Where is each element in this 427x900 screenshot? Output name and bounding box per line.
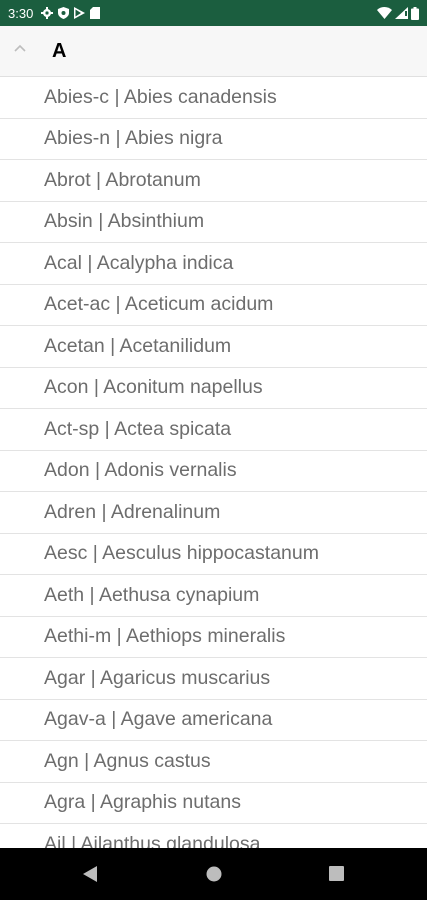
navigation-bar: [0, 848, 427, 900]
remedy-label: Agra | Agraphis nutans: [44, 791, 241, 814]
remedy-label: Adren | Adrenalinum: [44, 500, 221, 523]
remedy-label: Abrot | Abrotanum: [44, 168, 201, 191]
sd-card-icon: [90, 7, 101, 19]
section-header-a[interactable]: A: [0, 26, 427, 77]
status-time: 3:30: [8, 5, 34, 21]
remedy-list-item[interactable]: Ail | Ailanthus glandulosa: [0, 824, 427, 848]
remedy-list-item[interactable]: Aeth | Aethusa cynapium: [0, 575, 427, 617]
remedy-list-item[interactable]: Aethi-m | Aethiops mineralis: [0, 617, 427, 658]
settings-icon: [41, 7, 54, 19]
remedy-list-item[interactable]: Acon | Aconitum napellus: [0, 368, 427, 409]
remedy-list-item[interactable]: Abies-n | Abies nigra: [0, 119, 427, 160]
remedy-label: Aethi-m | Aethiops mineralis: [44, 625, 286, 648]
remedy-label: Act-sp | Actea spicata: [44, 417, 232, 440]
remedy-label: Agn | Agnus castus: [44, 749, 211, 772]
play-store-icon: [74, 7, 86, 19]
remedy-label: Acetan | Acetanilidum: [44, 334, 232, 357]
remedy-label: Agav-a | Agave americana: [44, 708, 273, 731]
remedy-label: Agar | Agaricus muscarius: [44, 666, 271, 689]
remedy-list-item[interactable]: Agn | Agnus castus: [0, 741, 427, 783]
remedy-list-item[interactable]: Absin | Absinthium: [0, 202, 427, 243]
remedy-list-item[interactable]: Agar | Agaricus muscarius: [0, 658, 427, 700]
remedy-list-item[interactable]: Acet-ac | Aceticum acidum: [0, 285, 427, 326]
remedy-list-item[interactable]: Agav-a | Agave americana: [0, 700, 427, 741]
remedy-label: Abies-c | Abies canadensis: [44, 85, 277, 108]
remedy-list-item[interactable]: Adon | Adonis vernalis: [0, 451, 427, 492]
remedy-list-item[interactable]: Acal | Acalypha indica: [0, 243, 427, 285]
home-icon[interactable]: [206, 866, 222, 882]
section-letter: A: [52, 40, 67, 62]
remedy-label: Ail | Ailanthus glandulosa: [44, 832, 261, 848]
remedy-label: Aeth | Aethusa cynapium: [44, 583, 260, 606]
remedy-list-item[interactable]: Abies-c | Abies canadensis: [0, 77, 427, 119]
chevron-up-icon[interactable]: [12, 42, 28, 54]
remedy-list-item[interactable]: Acetan | Acetanilidum: [0, 326, 427, 368]
remedy-label: Adon | Adonis vernalis: [44, 459, 237, 482]
remedy-list-item[interactable]: Abrot | Abrotanum: [0, 160, 427, 202]
recent-apps-icon[interactable]: [329, 866, 344, 881]
remedy-list-item[interactable]: Act-sp | Actea spicata: [0, 409, 427, 451]
wifi-icon: [377, 7, 392, 19]
remedy-label: Acon | Aconitum napellus: [44, 376, 263, 399]
signal-icon: [395, 7, 408, 19]
shield-icon: [58, 7, 70, 19]
remedy-list-item[interactable]: Aesc | Aesculus hippocastanum: [0, 534, 427, 575]
remedy-label: Aesc | Aesculus hippocastanum: [44, 542, 319, 565]
remedy-label: Abies-n | Abies nigra: [44, 127, 223, 150]
status-bar: 3:30: [0, 0, 427, 26]
back-icon[interactable]: [82, 865, 98, 883]
remedy-label: Acet-ac | Aceticum acidum: [44, 293, 274, 316]
remedy-label: Acal | Acalypha indica: [44, 251, 234, 274]
remedy-list-item[interactable]: Agra | Agraphis nutans: [0, 783, 427, 824]
remedy-label: Absin | Absinthium: [44, 210, 205, 233]
remedy-list-item[interactable]: Adren | Adrenalinum: [0, 492, 427, 534]
remedy-list[interactable]: Abies-c | Abies canadensis Abies-n | Abie…: [0, 77, 427, 848]
battery-icon: [411, 6, 419, 20]
